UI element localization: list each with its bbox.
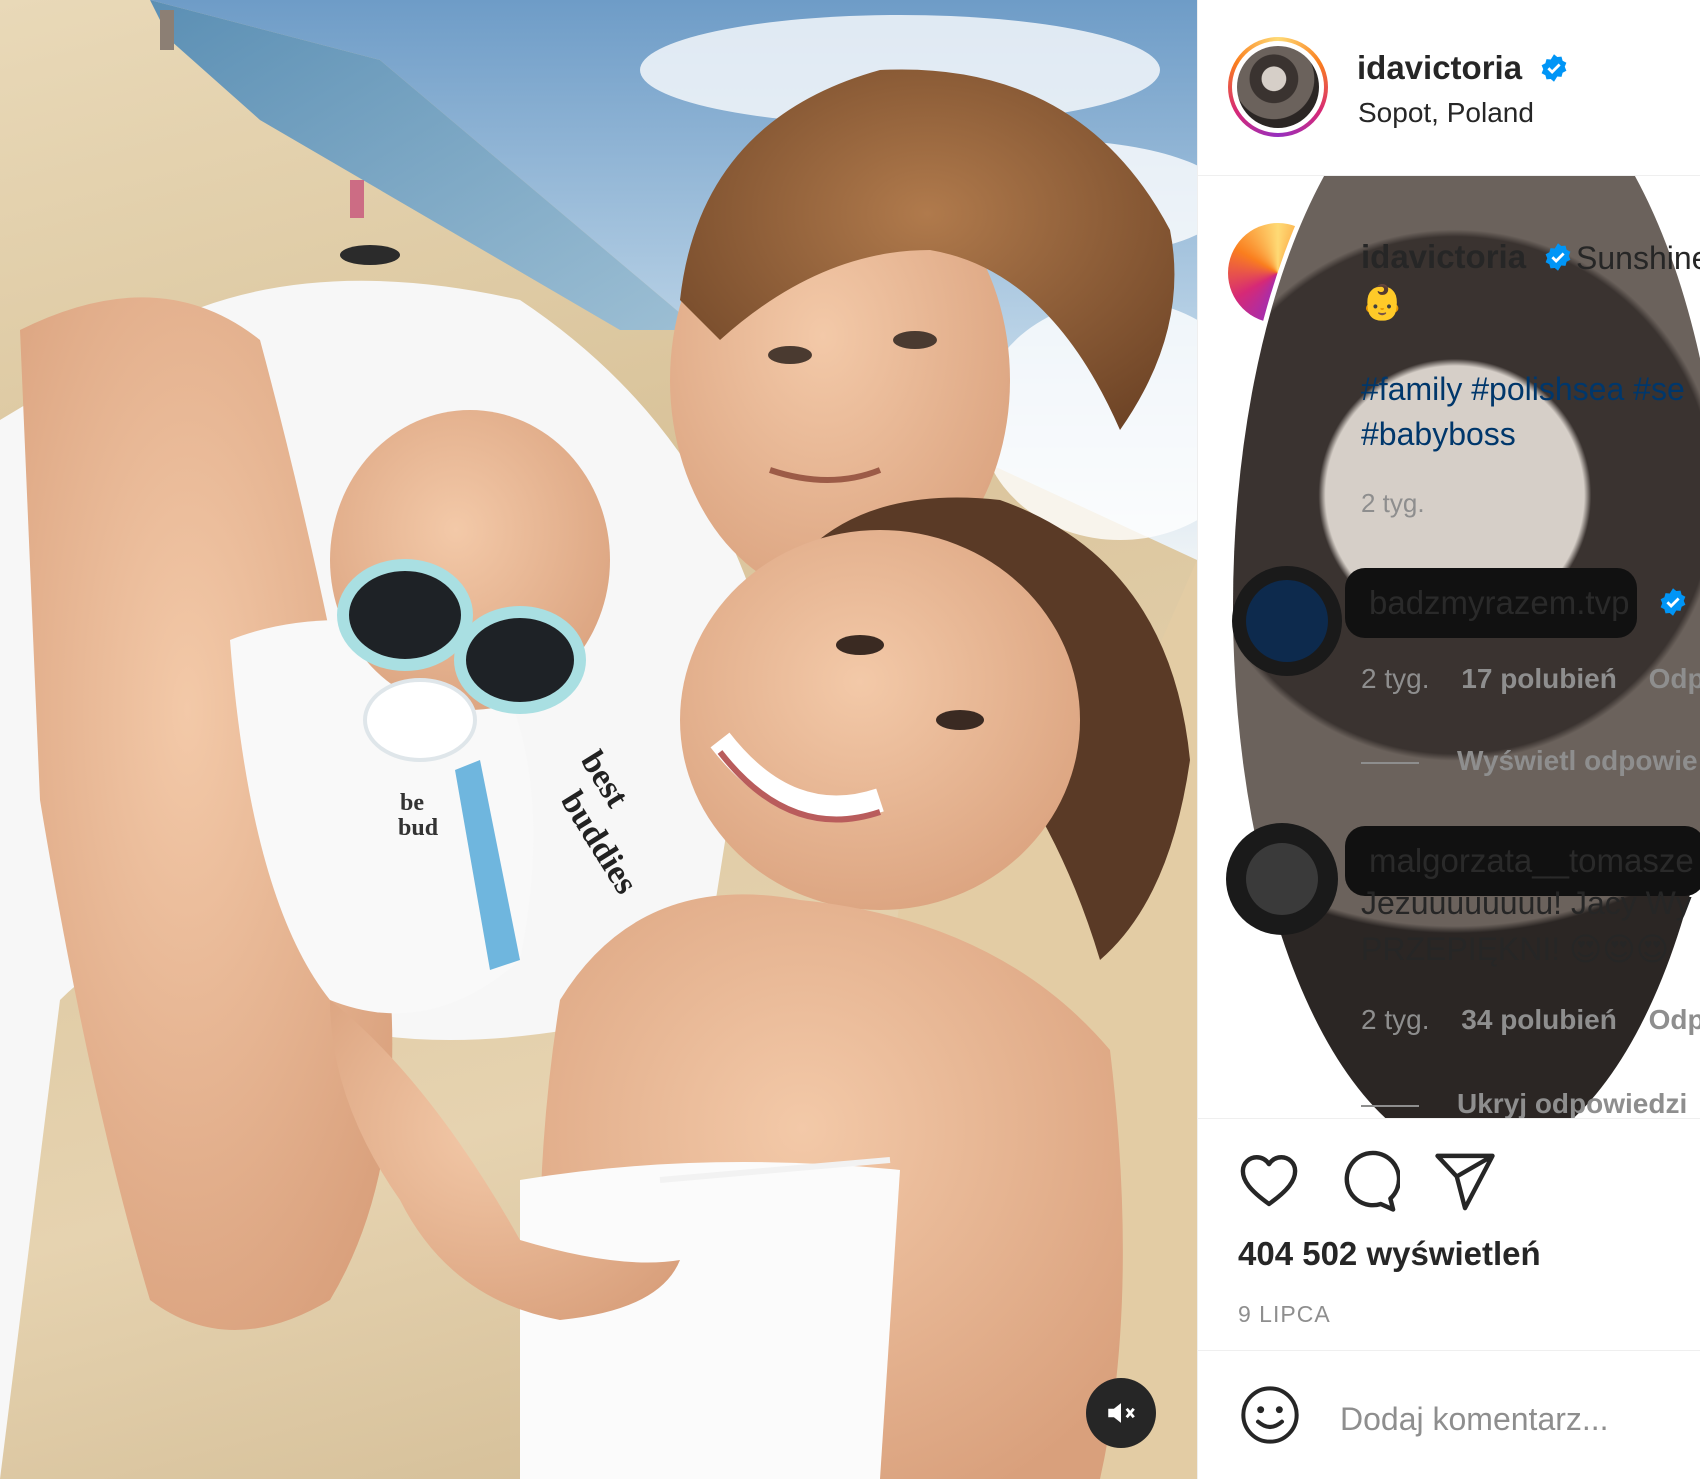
verified-badge-icon <box>1660 588 1686 616</box>
comment-reply-button[interactable]: Odp <box>1649 1004 1700 1035</box>
caption-hashtags[interactable]: #family #polishsea #se #babyboss <box>1361 367 1685 457</box>
svg-text:be: be <box>400 790 424 816</box>
hashtags-line-1[interactable]: #family #polishsea #se <box>1361 367 1685 412</box>
comment-meta: 2 tyg. 34 polubień Odp <box>1361 1004 1700 1036</box>
comment-input[interactable] <box>1340 1389 1700 1449</box>
commenter-username[interactable]: badzmyrazem.tvp <box>1345 568 1637 638</box>
mute-button[interactable] <box>1086 1378 1156 1448</box>
post-media[interactable]: best buddies be bud <box>0 0 1197 1479</box>
comment-likes[interactable]: 17 polubień <box>1461 663 1617 694</box>
comment-likes[interactable]: 34 polubień <box>1461 1004 1617 1035</box>
caption-author-avatar[interactable] <box>1228 176 1700 1118</box>
comment-time[interactable]: 2 tyg. <box>1361 663 1429 694</box>
commenter-avatar[interactable] <box>1226 823 1338 935</box>
post-location[interactable]: Sopot, Poland <box>1358 97 1534 129</box>
author-avatar[interactable] <box>1228 37 1328 137</box>
verified-badge-icon <box>1541 54 1567 82</box>
send-icon[interactable] <box>1432 1149 1498 1215</box>
comment-text-line-2: PRZEPIĘKNI! 😍😍😍 <box>1361 931 1670 967</box>
author-username[interactable]: idavictoria <box>1357 49 1522 86</box>
commenter-avatar[interactable] <box>1232 566 1342 676</box>
heart-icon[interactable] <box>1236 1149 1302 1215</box>
comments-scroll-area[interactable]: idavictoria Sunshine 👶 #family #polishse… <box>1198 176 1700 1118</box>
comment-reply-button[interactable]: Odp <box>1649 663 1700 694</box>
post-date[interactable]: 9 LIPCA <box>1238 1301 1331 1328</box>
caption-timestamp[interactable]: 2 tyg. <box>1361 488 1425 519</box>
hide-replies-link[interactable]: Ukryj odpowiedzi <box>1361 1088 1687 1118</box>
add-comment-bar <box>1198 1350 1700 1479</box>
svg-text:bud: bud <box>398 815 439 841</box>
speaker-muted-icon <box>1108 1403 1135 1423</box>
post-actions: 404 502 wyświetleń 9 LIPCA <box>1198 1118 1700 1350</box>
post-header: idavictoria Sopot, Poland <box>1198 0 1700 176</box>
view-replies-link[interactable]: Wyświetl odpowie <box>1361 745 1698 777</box>
comment-time[interactable]: 2 tyg. <box>1361 1004 1429 1035</box>
verified-badge-icon <box>1545 243 1571 271</box>
caption-text: Sunshine <box>1576 240 1700 276</box>
view-count[interactable]: 404 502 wyświetleń <box>1238 1235 1541 1273</box>
comment-icon[interactable] <box>1334 1149 1400 1215</box>
caption-emoji: 👶 <box>1361 284 1404 322</box>
post-photo: best buddies be bud <box>0 0 1197 1479</box>
author-username-row[interactable]: idavictoria <box>1357 49 1569 87</box>
hashtags-line-2[interactable]: #babyboss <box>1361 412 1685 457</box>
comment-text-line-1: Jezuuuuuuuu! Jacy Wy <box>1361 885 1692 921</box>
caption-username-row[interactable]: idavictoria <box>1361 238 1573 276</box>
comment-text: Jezuuuuuuuu! Jacy Wy PRZEPIĘKNI! 😍😍😍 <box>1361 880 1692 972</box>
caption-author-username[interactable]: idavictoria <box>1361 238 1526 275</box>
comment-meta: 2 tyg. 17 polubień Odp <box>1361 663 1700 695</box>
smiley-icon[interactable] <box>1238 1383 1302 1447</box>
post-side-panel: idavictoria Sopot, Poland idavictoria Su… <box>1197 0 1700 1479</box>
